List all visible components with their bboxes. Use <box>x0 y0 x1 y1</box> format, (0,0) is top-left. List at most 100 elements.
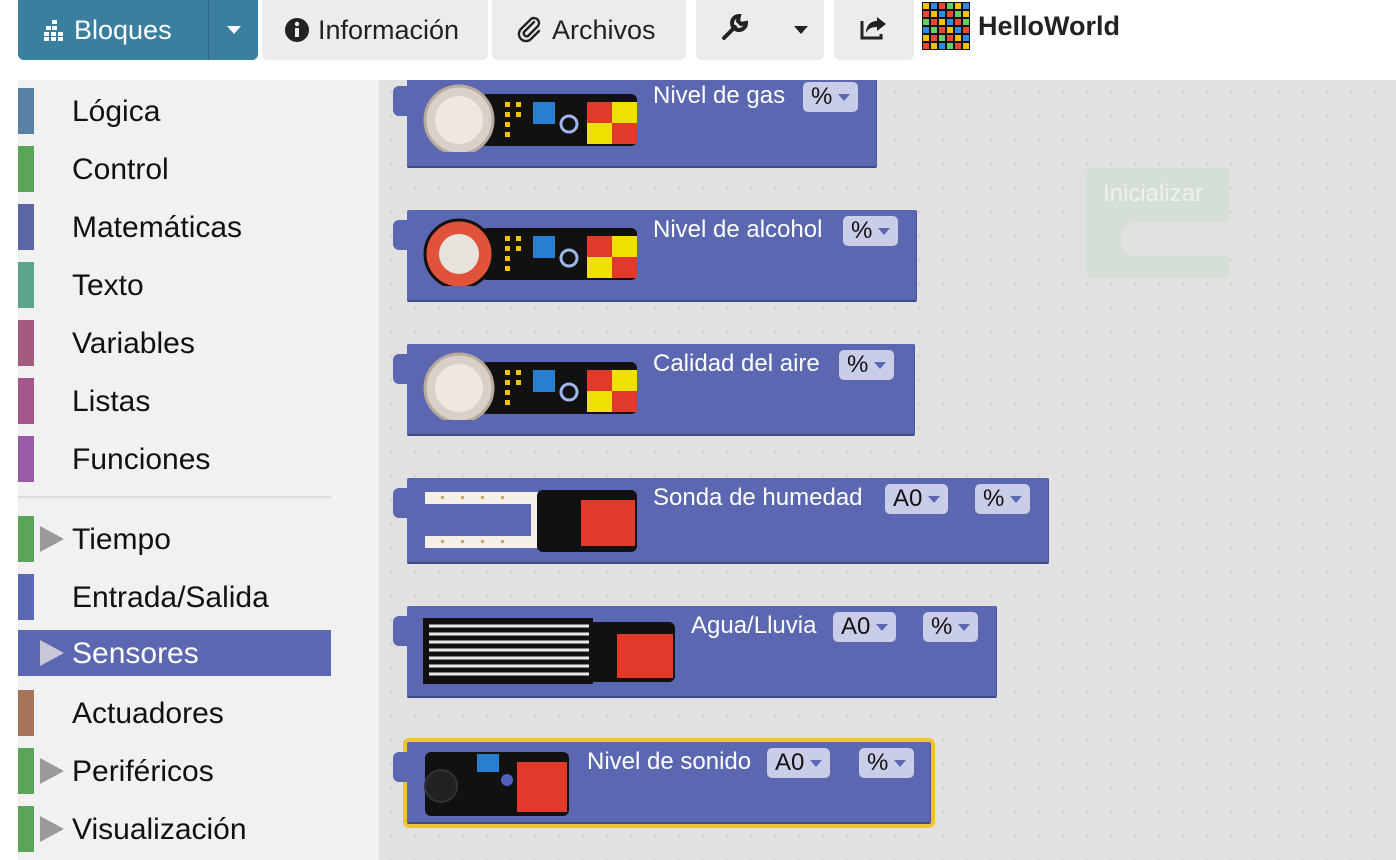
category-logica[interactable]: Lógica <box>18 88 331 134</box>
unit-dropdown[interactable]: % <box>923 612 979 642</box>
chevron-down-icon <box>838 93 851 101</box>
unit-dropdown[interactable]: % <box>843 216 899 246</box>
block-connector <box>393 752 409 782</box>
block-nivel-de-gas[interactable]: Nivel de gas % <box>393 80 877 168</box>
dropdown-value: % <box>931 613 953 640</box>
block-calidad-del-aire[interactable]: Calidad del aire % <box>393 344 915 436</box>
rain-sensor-image <box>423 618 675 684</box>
expand-arrow-icon[interactable] <box>40 816 64 842</box>
project-title: HelloWorld <box>922 2 1120 50</box>
category-label: Actuadores <box>72 697 224 730</box>
expand-arrow-icon[interactable] <box>40 758 64 784</box>
sound-sensor-image <box>424 752 569 816</box>
pin-dropdown[interactable]: A0 <box>833 612 897 642</box>
category-color-bar <box>18 516 34 562</box>
toolbox-separator <box>18 496 331 498</box>
dropdown-value: % <box>847 351 869 378</box>
category-color-bar <box>18 146 34 192</box>
category-entrada-salida[interactable]: Entrada/Salida <box>18 574 331 620</box>
soil-moisture-sensor-image <box>425 490 637 552</box>
unit-dropdown[interactable]: % <box>859 748 915 778</box>
info-circle-icon <box>284 17 310 43</box>
unit-dropdown[interactable]: % <box>803 82 859 112</box>
category-color-bar <box>18 630 34 676</box>
archivos-label: Archivos <box>552 14 656 45</box>
block-connector <box>393 220 409 250</box>
chevron-down-icon <box>894 759 907 767</box>
block-notch <box>1121 222 1231 256</box>
inicializar-block-ghost[interactable]: Inicializar <box>1085 168 1231 278</box>
category-matematicas[interactable]: Matemáticas <box>18 204 331 250</box>
bloques-label: Bloques <box>74 14 172 45</box>
category-label: Texto <box>72 269 144 302</box>
category-color-bar <box>18 690 34 736</box>
block-agua-lluvia[interactable]: Agua/Lluvia A0 % <box>393 606 997 698</box>
category-perifericos[interactable]: Periféricos <box>18 748 331 794</box>
dropdown-value: A0 <box>893 485 923 512</box>
archivos-button[interactable]: Archivos <box>492 0 686 60</box>
category-color-bar <box>18 320 34 366</box>
category-texto[interactable]: Texto <box>18 262 331 308</box>
category-label: Sensores <box>72 637 199 670</box>
air-quality-sensor-image <box>423 352 637 420</box>
top-toolbar: Bloques Información Archivos HelloWorld <box>0 0 1396 80</box>
share-button[interactable] <box>834 0 914 60</box>
category-label: Lógica <box>72 95 161 128</box>
unit-dropdown[interactable]: % <box>975 484 1031 514</box>
block-sonda-de-humedad[interactable]: Sonda de humedad A0 % <box>393 478 1049 564</box>
category-color-bar <box>18 748 34 794</box>
block-title: Sonda de humedad <box>653 484 863 511</box>
block-nivel-de-sonido[interactable]: Nivel de sonido A0 % <box>393 738 935 828</box>
category-label: Matemáticas <box>72 211 243 244</box>
chevron-down-icon <box>874 361 887 369</box>
category-control[interactable]: Control <box>18 146 331 192</box>
category-visualizacion[interactable]: Visualización <box>18 806 331 852</box>
expand-arrow-icon[interactable] <box>40 526 64 552</box>
category-label: Funciones <box>72 443 211 476</box>
dropdown-value: A0 <box>841 613 871 640</box>
chevron-down-icon <box>1010 495 1023 503</box>
category-color-bar <box>18 436 34 482</box>
category-variables[interactable]: Variables <box>18 320 331 366</box>
bloques-dropdown-button[interactable] <box>208 0 258 60</box>
block-connector <box>393 354 409 384</box>
pin-dropdown[interactable]: A0 <box>767 748 831 778</box>
bloques-button[interactable]: Bloques <box>18 0 208 60</box>
dropdown-value: % <box>983 485 1005 512</box>
category-label: Entrada/Salida <box>72 581 269 614</box>
tools-menu-button[interactable] <box>696 0 824 60</box>
gas-sensor-image <box>423 84 637 152</box>
category-actuadores[interactable]: Actuadores <box>18 690 331 736</box>
informacion-label: Información <box>318 14 460 45</box>
dropdown-value: % <box>811 83 833 110</box>
category-listas[interactable]: Listas <box>18 378 331 424</box>
category-color-bar <box>18 574 34 620</box>
blocks-grid-icon <box>44 19 66 41</box>
category-label: Variables <box>72 327 195 360</box>
block-connector <box>393 488 409 518</box>
block-connector <box>393 86 409 116</box>
category-color-bar <box>18 262 34 308</box>
category-funciones[interactable]: Funciones <box>18 436 331 482</box>
blocks-workspace[interactable]: Inicializar Nivel de gas % Nivel de alco… <box>379 80 1396 860</box>
informacion-button[interactable]: Información <box>262 0 488 60</box>
inicializar-label: Inicializar <box>1103 180 1204 207</box>
dropdown-value: % <box>867 749 889 776</box>
pin-dropdown[interactable]: A0 <box>885 484 949 514</box>
unit-dropdown[interactable]: % <box>839 350 895 380</box>
category-tiempo[interactable]: Tiempo <box>18 516 331 562</box>
project-logo <box>922 2 970 50</box>
expand-arrow-icon[interactable] <box>40 640 64 666</box>
block-title: Nivel de alcohol <box>653 216 823 243</box>
category-label: Listas <box>72 385 151 418</box>
category-color-bar <box>18 806 34 852</box>
block-title: Nivel de gas <box>653 82 786 109</box>
block-nivel-de-alcohol[interactable]: Nivel de alcohol % <box>393 210 917 302</box>
chevron-down-icon <box>958 623 971 631</box>
chevron-down-icon <box>876 623 889 631</box>
category-label: Periféricos <box>72 755 214 788</box>
block-title: Agua/Lluvia <box>691 612 817 639</box>
chevron-down-icon <box>226 26 241 34</box>
chevron-down-icon <box>794 26 808 34</box>
category-sensores[interactable]: Sensores <box>18 630 331 676</box>
